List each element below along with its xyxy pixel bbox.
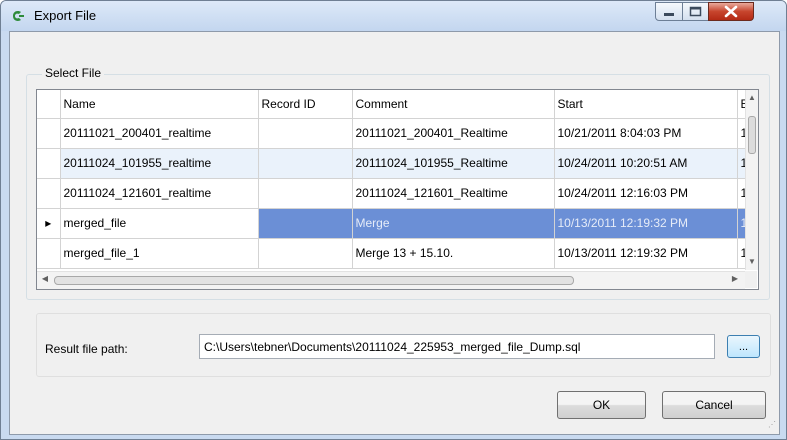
row-indicator[interactable] [37, 118, 61, 149]
minimize-button[interactable] [655, 2, 683, 21]
cell-name[interactable]: 20111021_200401_realtime [60, 118, 259, 149]
cell-start[interactable]: 10/13/2011 12:19:32 PM [554, 208, 738, 239]
cell-name[interactable]: 20111024_121601_realtime [60, 178, 259, 209]
browse-button[interactable]: ... [727, 335, 760, 358]
cell-start[interactable]: 10/13/2011 12:19:32 PM [554, 238, 738, 269]
window-title: Export File [34, 8, 97, 23]
result-path-input[interactable] [199, 334, 715, 359]
cell-comment[interactable]: Merge 13 + 15.10. [352, 238, 555, 269]
file-grid[interactable]: Name Record ID Comment Start E 20111021_… [36, 89, 759, 290]
table-row[interactable]: merged_file_1 Merge 13 + 15.10. 10/13/20… [37, 238, 758, 269]
row-indicator[interactable] [37, 178, 61, 209]
cell-comment[interactable]: 20111024_101955_Realtime [352, 148, 555, 179]
cell-record-id[interactable] [258, 238, 353, 269]
table-row-selected[interactable]: ▸ merged_file Merge 10/13/2011 12:19:32 … [37, 208, 758, 239]
cell-name[interactable]: 20111024_101955_realtime [60, 148, 259, 179]
cell-name[interactable]: merged_file [60, 208, 259, 239]
cell-comment[interactable]: 20111021_200401_Realtime [352, 118, 555, 149]
select-file-label: Select File [42, 66, 105, 80]
horizontal-scroll-thumb[interactable] [54, 276, 574, 285]
row-indicator-header [37, 90, 61, 119]
cell-start[interactable]: 10/21/2011 8:04:03 PM [554, 118, 738, 149]
cell-comment[interactable]: Merge [352, 208, 555, 239]
column-header-start[interactable]: Start [554, 90, 738, 119]
file-table: Name Record ID Comment Start E 20111021_… [37, 90, 758, 269]
maximize-icon [689, 6, 702, 17]
scroll-down-arrow-icon[interactable]: ▼ [746, 256, 758, 268]
minimize-icon [664, 13, 674, 16]
cell-start[interactable]: 10/24/2011 10:20:51 AM [554, 148, 738, 179]
column-header-comment[interactable]: Comment [352, 90, 555, 119]
table-row[interactable]: 20111024_101955_realtime 20111024_101955… [37, 148, 758, 179]
vertical-scroll-thumb[interactable] [748, 116, 756, 154]
table-header-row: Name Record ID Comment Start E [37, 90, 758, 119]
row-indicator[interactable] [37, 238, 61, 269]
close-button[interactable] [708, 2, 754, 21]
cell-record-id[interactable] [258, 208, 353, 239]
cell-comment[interactable]: 20111024_121601_Realtime [352, 178, 555, 209]
column-header-name[interactable]: Name [60, 90, 259, 119]
maximize-button[interactable] [682, 2, 709, 21]
cell-start[interactable]: 10/24/2011 12:16:03 PM [554, 178, 738, 209]
cell-record-id[interactable] [258, 118, 353, 149]
cell-record-id[interactable] [258, 178, 353, 209]
horizontal-scrollbar[interactable]: ◀ ▶ [37, 271, 745, 289]
cell-name[interactable]: merged_file_1 [60, 238, 259, 269]
scrollbar-corner [745, 271, 757, 288]
ok-button[interactable]: OK [557, 391, 646, 419]
table-row[interactable]: 20111024_121601_realtime 20111024_121601… [37, 178, 758, 209]
current-row-arrow-icon[interactable]: ▸ [37, 208, 61, 239]
column-header-record-id[interactable]: Record ID [258, 90, 353, 119]
scroll-left-arrow-icon[interactable]: ◀ [39, 274, 51, 283]
vertical-scrollbar[interactable]: ▲ ▼ [745, 90, 758, 270]
title-bar[interactable]: Export File [1, 1, 786, 31]
cell-record-id[interactable] [258, 148, 353, 179]
table-row[interactable]: 20111021_200401_realtime 20111021_200401… [37, 118, 758, 149]
result-path-label: Result file path: [45, 342, 128, 356]
scroll-right-arrow-icon[interactable]: ▶ [729, 274, 741, 283]
cancel-button[interactable]: Cancel [662, 391, 766, 419]
close-icon [724, 5, 738, 18]
resize-grip-icon[interactable]: ⋰ [768, 420, 776, 429]
scroll-up-arrow-icon[interactable]: ▲ [746, 92, 758, 104]
export-app-icon [13, 11, 24, 21]
row-indicator[interactable] [37, 148, 61, 179]
